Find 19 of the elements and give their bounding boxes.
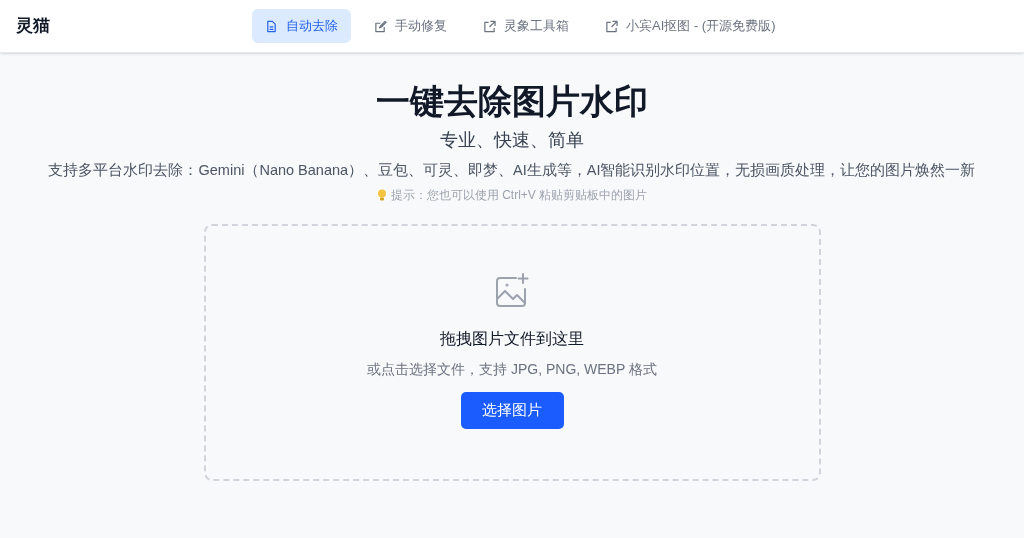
- nav-tab[interactable]: 自动去除: [252, 9, 351, 43]
- choose-image-button[interactable]: 选择图片: [460, 392, 564, 429]
- hint-text: 提示：您也可以使用 Ctrl+V 粘贴剪贴板中的图片: [390, 187, 648, 204]
- subtitle: 专业、快速、简单: [440, 129, 584, 152]
- page-title: 一键去除图片水印: [376, 81, 648, 122]
- description: 支持多平台水印去除：Gemini（Nano Banana）、豆包、可灵、即梦、AI生成等，AI智能识别水印位置，无损画质处理，让您的图片焕然一新: [48, 161, 976, 180]
- brand-name: 灵猫: [16, 15, 50, 38]
- external-link-icon: [483, 19, 496, 33]
- nav-tab[interactable]: 灵象工具箱: [470, 9, 582, 43]
- drop-heading: 拖拽图片文件到这里: [440, 329, 584, 349]
- nav-tab[interactable]: 手动修复: [361, 9, 460, 43]
- drop-subtext: 或点击选择文件，支持 JPG, PNG, WEBP 格式: [367, 360, 657, 379]
- add-image-icon: [494, 273, 530, 309]
- document-icon: [265, 19, 278, 33]
- external-link-icon: [605, 19, 618, 33]
- drop-zone[interactable]: 拖拽图片文件到这里 或点击选择文件，支持 JPG, PNG, WEBP 格式 选择图片: [203, 224, 821, 481]
- nav-tab[interactable]: 小宾AI抠图 - (开源免费版): [592, 9, 789, 43]
- edit-icon: [374, 19, 387, 33]
- lightbulb-icon: [376, 189, 387, 201]
